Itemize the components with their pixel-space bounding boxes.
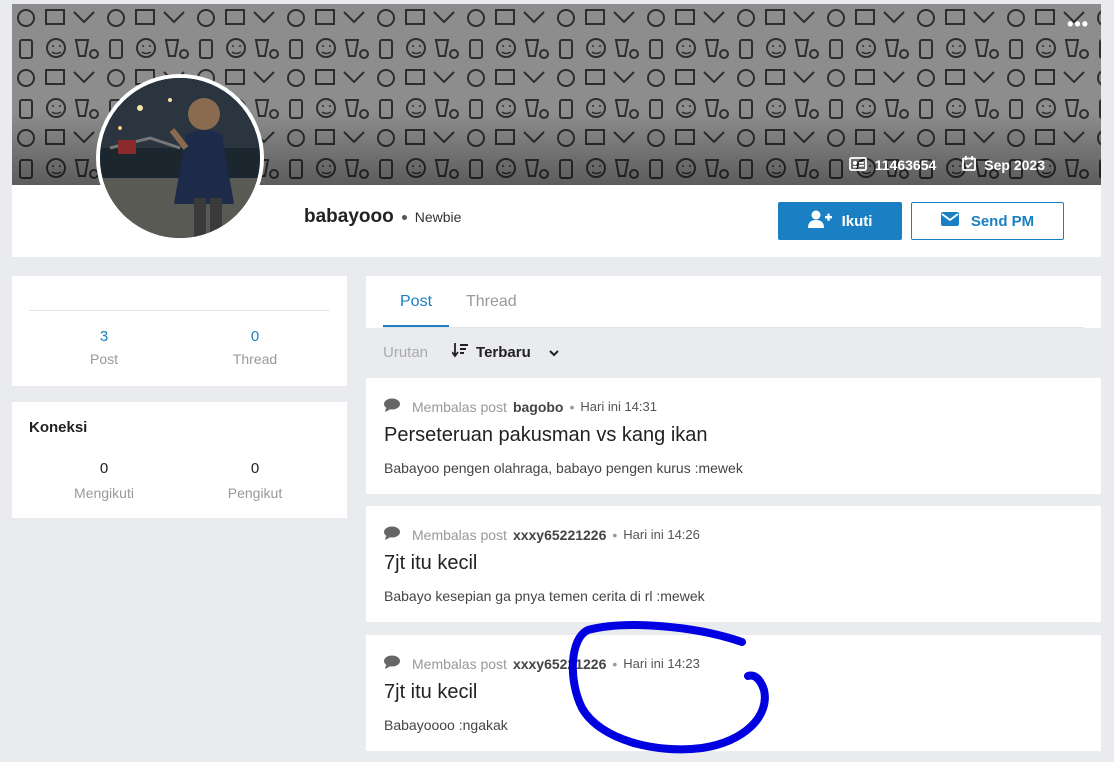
tabs-bar: Post Thread <box>366 276 1101 328</box>
post-author-link[interactable]: bagobo <box>513 399 564 415</box>
sort-label: Urutan <box>383 343 429 361</box>
envelope-icon <box>940 212 959 230</box>
join-date-value: Sep 2023 <box>984 157 1045 173</box>
chevron-down-icon <box>549 344 559 361</box>
sort-dropdown[interactable]: Terbaru <box>451 342 559 362</box>
following-stat[interactable]: 0 Mengikuti <box>44 460 164 501</box>
post-time: Hari ini 14:26 <box>623 527 700 542</box>
user-id-stat: 11463654 <box>848 156 937 174</box>
cover-stats: 11463654 Sep 2023 <box>848 156 1045 174</box>
tabs-underline <box>383 327 1084 328</box>
post-count: 3 <box>99 328 109 345</box>
comment-icon <box>384 655 400 672</box>
follow-button-label: Ikuti <box>841 212 873 230</box>
username: babayooo <box>304 206 394 227</box>
tab-post[interactable]: Post <box>383 293 450 328</box>
calendar-check-icon <box>962 156 977 174</box>
stats-card: 3 Post 0 Thread <box>12 276 347 386</box>
post-item[interactable]: Membalas post xxxy65221226 • Hari ini 14… <box>366 635 1101 751</box>
followers-count: 0 <box>250 460 260 477</box>
followers-label: Pengikut <box>227 485 283 501</box>
username-row: babayooo Newbie <box>304 206 461 228</box>
post-meta: Membalas post bagobo • Hari ini 14:31 <box>384 398 657 415</box>
post-meta-prefix: Membalas post <box>412 526 507 543</box>
post-item[interactable]: Membalas post bagobo • Hari ini 14:31 Pe… <box>366 378 1101 494</box>
stats-divider <box>29 310 330 311</box>
avatar-photo <box>100 78 260 238</box>
post-thread-title[interactable]: Perseteruan pakusman vs kang ikan <box>384 424 708 447</box>
post-meta-prefix: Membalas post <box>412 398 507 415</box>
post-body: Babayoo pengen olahraga, babayo pengen k… <box>384 460 743 476</box>
tab-thread[interactable]: Thread <box>449 293 534 325</box>
post-count-label: Post <box>89 351 118 367</box>
connections-title: Koneksi <box>29 419 88 436</box>
following-count: 0 <box>99 460 109 477</box>
sort-descending-icon <box>451 342 469 362</box>
post-author-link[interactable]: xxxy65221226 <box>513 527 606 543</box>
post-stat[interactable]: 3 Post <box>44 328 164 367</box>
followers-stat[interactable]: 0 Pengikut <box>195 460 315 501</box>
separator-dot <box>401 214 407 220</box>
post-body: Babayo kesepian ga pnya temen cerita di … <box>384 588 705 604</box>
join-date-stat: Sep 2023 <box>962 156 1045 174</box>
more-options-button[interactable]: ••• <box>1067 14 1089 35</box>
meta-separator: • <box>612 526 618 543</box>
post-item[interactable]: Membalas post xxxy65221226 • Hari ini 14… <box>366 506 1101 622</box>
comment-icon <box>384 526 400 543</box>
post-author-link[interactable]: xxxy65221226 <box>513 656 606 672</box>
content-tabs-area: Post Thread Urutan Terbaru <box>366 276 1101 370</box>
comment-icon <box>384 398 400 415</box>
thread-count: 0 <box>250 328 260 345</box>
sort-row: Urutan Terbaru <box>383 342 559 362</box>
send-pm-button-label: Send PM <box>970 212 1035 230</box>
following-label: Mengikuti <box>74 485 134 501</box>
send-pm-button[interactable]: Send PM <box>911 202 1064 240</box>
post-body: Babayoooo :ngakak <box>384 717 508 733</box>
post-time: Hari ini 14:23 <box>623 656 700 671</box>
post-thread-title[interactable]: 7jt itu kecil <box>384 681 477 704</box>
post-meta: Membalas post xxxy65221226 • Hari ini 14… <box>384 526 700 543</box>
follow-button[interactable]: Ikuti <box>778 202 902 240</box>
sort-selected-value: Terbaru <box>476 343 531 361</box>
meta-separator: • <box>569 398 575 415</box>
post-meta: Membalas post xxxy65221226 • Hari ini 14… <box>384 655 700 672</box>
post-time: Hari ini 14:31 <box>580 399 657 414</box>
user-id-value: 11463654 <box>874 157 937 173</box>
post-meta-prefix: Membalas post <box>412 655 507 672</box>
avatar[interactable] <box>96 74 264 242</box>
meta-separator: • <box>612 655 618 672</box>
user-plus-icon <box>807 210 832 232</box>
id-card-icon <box>848 156 867 174</box>
user-rank: Newbie <box>414 209 462 225</box>
thread-stat[interactable]: 0 Thread <box>195 328 315 367</box>
thread-count-label: Thread <box>232 351 278 367</box>
profile-card: ••• 11463654 Sep 2023 babayooo Newbie Ik… <box>12 4 1101 257</box>
connections-card: Koneksi 0 Mengikuti 0 Pengikut <box>12 402 347 518</box>
post-thread-title[interactable]: 7jt itu kecil <box>384 552 477 575</box>
